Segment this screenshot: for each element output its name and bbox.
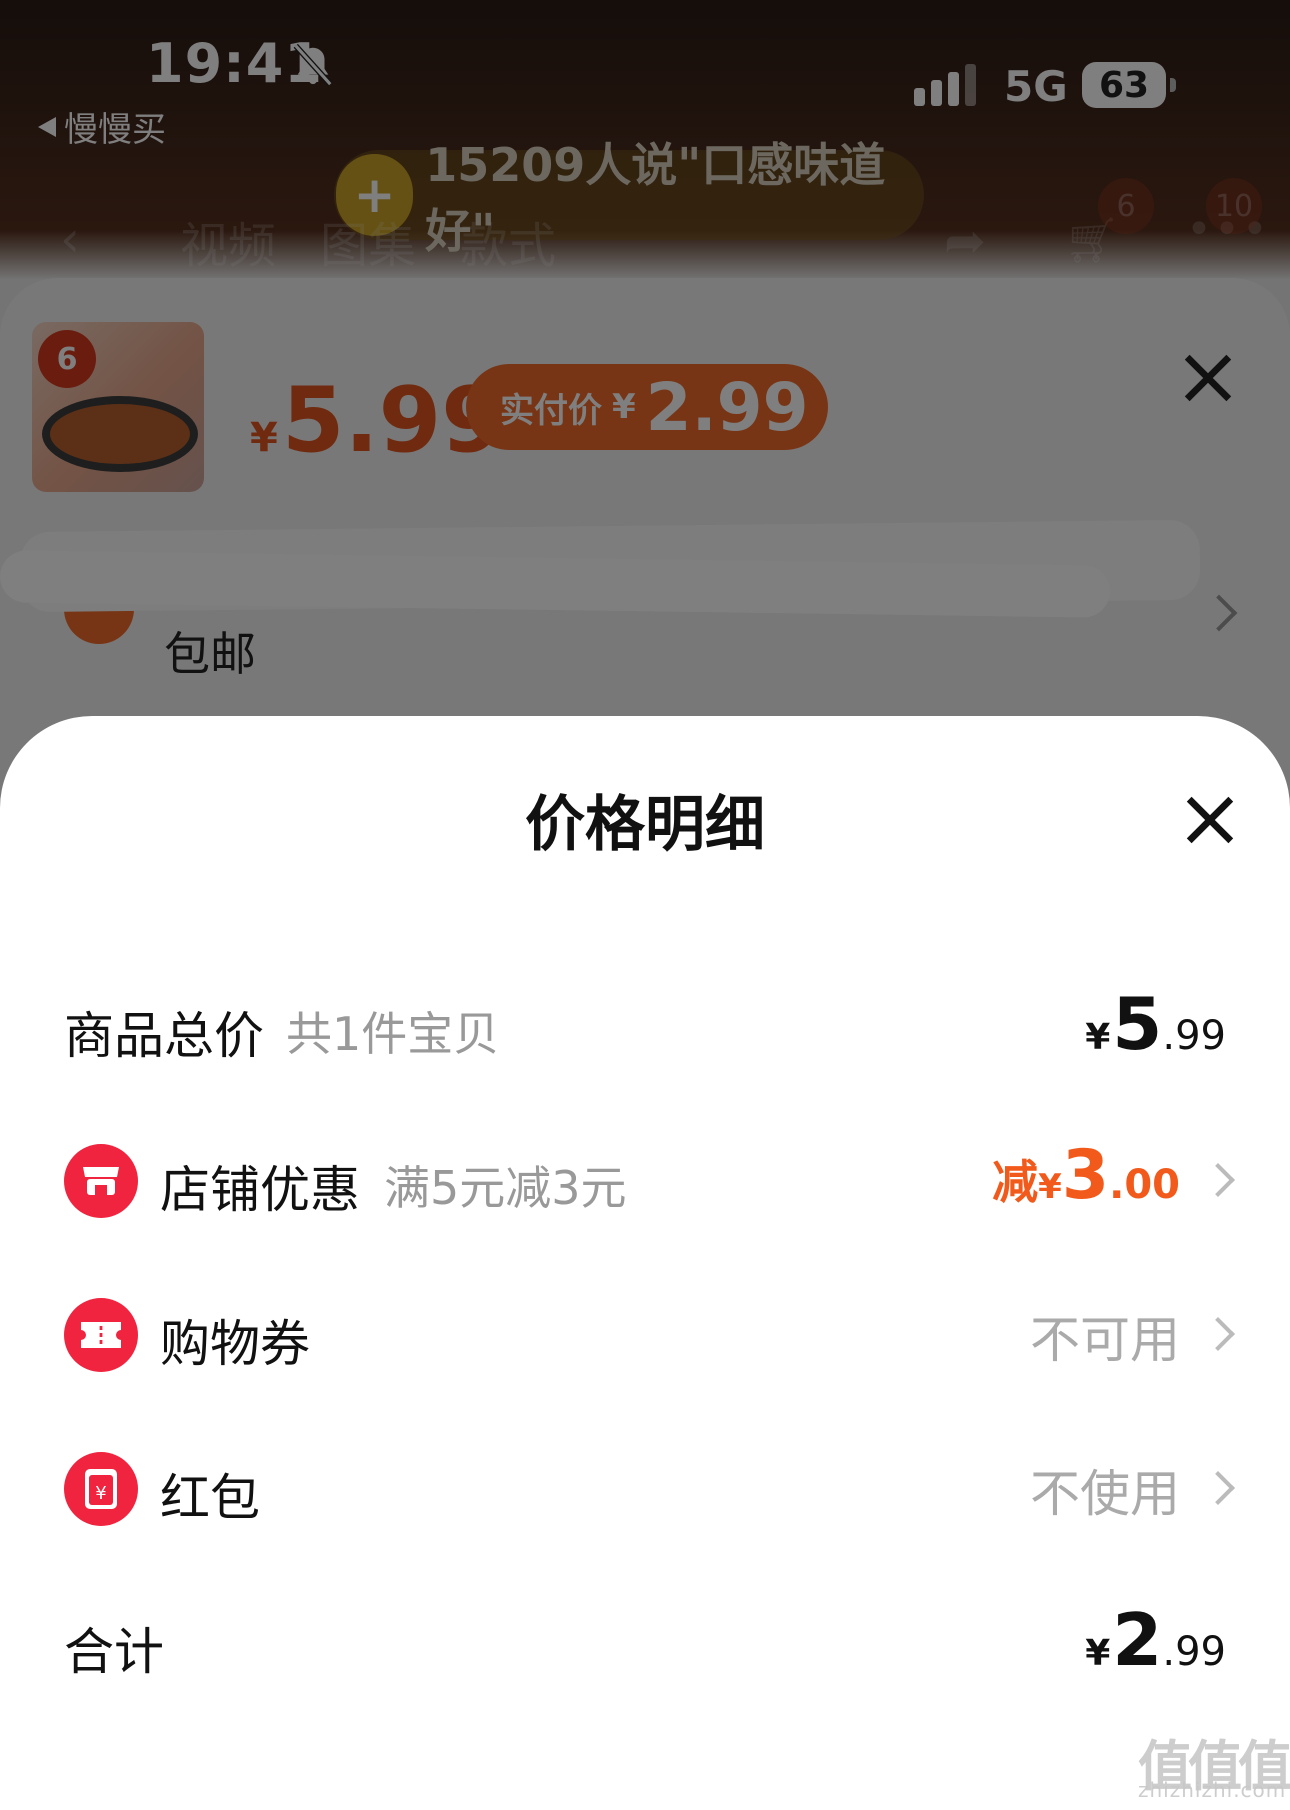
price-decimal: .99 [1162,1013,1226,1059]
watermark: 值值值 zhizhizhi.com [1138,1722,1290,1802]
currency-symbol: ¥ [1085,1017,1111,1058]
price-integer: 5 [1112,982,1163,1066]
red-packet-row[interactable]: ¥ 红包 不使用 [0,1428,1290,1548]
price-integer: 3 [1061,1136,1110,1215]
svg-text:¥: ¥ [95,1483,106,1504]
red-packet-status: 不使用 [1030,1465,1180,1523]
red-packet-icon: ¥ [64,1452,138,1526]
coupon-row[interactable]: 购物券 不可用 [0,1274,1290,1394]
close-icon[interactable] [1184,794,1236,846]
store-discount-row[interactable]: 店铺优惠 满5元减3元 减 ¥3.00 [0,1120,1290,1240]
price-decimal: .99 [1162,1629,1226,1675]
discount-prefix: 减 [992,1155,1039,1209]
chevron-right-icon [1201,1317,1235,1351]
sum-row: 合计 ¥2.99 [0,1582,1290,1702]
price-decimal: .00 [1109,1162,1180,1208]
currency-symbol: ¥ [1085,1633,1111,1674]
total-price-row: 商品总价 共1件宝贝 ¥5.99 [0,966,1290,1086]
total-price-label: 商品总价 [64,1007,264,1065]
total-price-value: ¥5.99 [1085,982,1226,1066]
red-packet-label: 红包 [160,1469,260,1527]
chevron-right-icon [1201,1163,1235,1197]
store-discount-label: 店铺优惠 [160,1161,360,1219]
sum-value: ¥2.99 [1085,1598,1226,1682]
coupon-label: 购物券 [160,1315,310,1373]
store-icon [64,1144,138,1218]
watermark-site: zhizhizhi.com [1138,1778,1287,1802]
price-integer: 2 [1112,1598,1163,1682]
sheet-title: 价格明细 [525,790,765,860]
store-discount-value: 减 ¥3.00 [992,1136,1180,1215]
item-count: 共1件宝贝 [286,1007,500,1061]
currency-symbol: ¥ [1038,1167,1062,1207]
coupon-icon [64,1298,138,1372]
sum-label: 合计 [64,1623,164,1681]
price-detail-sheet: 价格明细 商品总价 共1件宝贝 ¥5.99 店铺优惠 满5元减3元 减 ¥3.00 [0,716,1290,1810]
coupon-status: 不可用 [1030,1311,1180,1369]
chevron-right-icon [1201,1471,1235,1505]
store-discount-rule: 满5元减3元 [384,1161,627,1215]
